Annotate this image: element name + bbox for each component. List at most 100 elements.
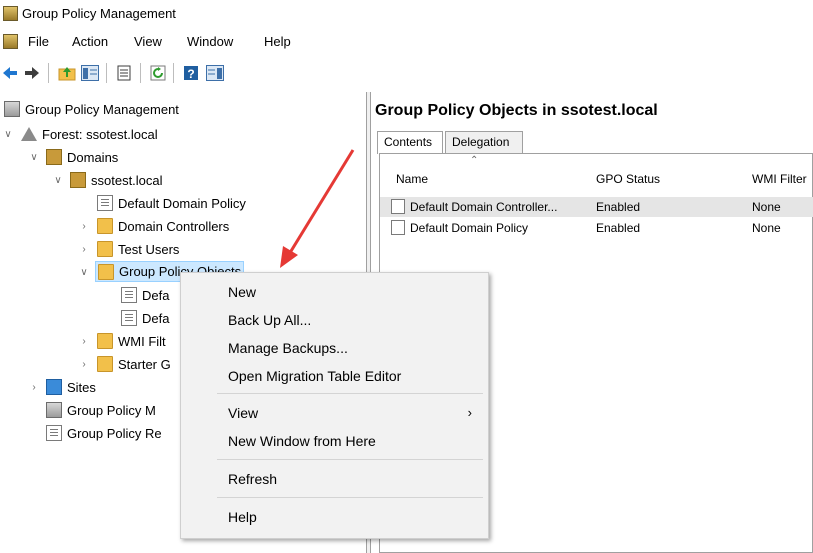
- help-icon[interactable]: ?: [183, 65, 199, 81]
- window-title: Group Policy Management: [22, 6, 176, 21]
- tree-item-default-domain-policy[interactable]: Default Domain Policy: [97, 192, 246, 214]
- title-bar: Group Policy Management: [0, 0, 813, 28]
- context-menu: New Back Up All... Manage Backups... Ope…: [180, 272, 489, 539]
- expand-chevron-icon[interactable]: ›: [78, 220, 90, 232]
- up-folder-icon[interactable]: [58, 65, 76, 81]
- menu-item-label: New: [228, 284, 257, 300]
- tree-item-label: Forest: ssotest.local: [42, 126, 158, 142]
- collapse-chevron-icon[interactable]: ∨: [78, 266, 90, 278]
- menu-item-label: View: [228, 405, 259, 421]
- expand-chevron-icon[interactable]: ›: [78, 358, 90, 370]
- tree-item-label: Domain Controllers: [118, 218, 230, 234]
- sites-icon: [46, 379, 62, 395]
- tree-item-wmi-filters[interactable]: WMI Filt: [97, 330, 166, 352]
- menu-item-back-up-all[interactable]: Back Up All...: [181, 308, 488, 332]
- page-title: Group Policy Objects in ssotest.local: [375, 102, 658, 119]
- tree-item-domain[interactable]: ssotest.local: [70, 169, 163, 191]
- show-hide-tree-icon[interactable]: [81, 65, 99, 81]
- tree-item-label: Domains: [67, 149, 119, 165]
- tree-item-gpo-child[interactable]: Defa: [121, 284, 169, 306]
- wmi-folder-icon: [97, 333, 113, 349]
- menu-item-new-window-from-here[interactable]: New Window from Here: [181, 429, 488, 453]
- gpo-icon: [391, 220, 405, 235]
- menu-item-view[interactable]: View ›: [181, 401, 488, 425]
- sort-caret-icon: ⌃: [470, 155, 479, 166]
- menu-view[interactable]: View: [134, 34, 162, 49]
- tree-item-label: WMI Filt: [118, 333, 166, 349]
- menu-bar: File Action View Window Help: [0, 29, 813, 55]
- expand-chevron-icon[interactable]: ›: [78, 243, 90, 255]
- modeling-icon: [46, 402, 62, 418]
- expand-chevron-icon[interactable]: ›: [78, 335, 90, 347]
- collapse-chevron-icon[interactable]: ∨: [52, 174, 64, 186]
- domains-icon: [46, 149, 62, 165]
- toolbar-separator: [48, 63, 49, 83]
- tree-item-label: Default Domain Policy: [118, 195, 246, 211]
- column-header-status[interactable]: GPO Status: [596, 172, 660, 186]
- tree-item-results[interactable]: Group Policy Re: [46, 422, 162, 444]
- forward-arrow-icon[interactable]: [24, 66, 40, 80]
- show-hide-action-pane-icon[interactable]: [206, 65, 224, 81]
- tree-item-label: Test Users: [118, 241, 180, 257]
- tree-item-root[interactable]: Group Policy Management: [4, 98, 179, 120]
- gpo-icon: [121, 310, 137, 326]
- collapse-chevron-icon[interactable]: ∨: [28, 151, 40, 163]
- svg-text:?: ?: [187, 67, 194, 81]
- tree-item-sites[interactable]: Sites: [46, 376, 96, 398]
- ou-folder-icon: [97, 218, 113, 234]
- starter-folder-icon: [97, 356, 113, 372]
- menu-file[interactable]: File: [28, 34, 49, 49]
- refresh-icon[interactable]: [150, 65, 166, 81]
- menu-item-manage-backups[interactable]: Manage Backups...: [181, 336, 488, 360]
- tree-item-label: Group Policy M: [67, 402, 156, 418]
- gpo-icon: [391, 199, 405, 214]
- table-row[interactable]: Default Domain Policy Enabled None: [380, 218, 813, 238]
- menu-help[interactable]: Help: [264, 34, 291, 49]
- cell-status: Enabled: [596, 200, 641, 214]
- tree-item-gpo-child[interactable]: Defa: [121, 307, 169, 329]
- menu-separator: [217, 459, 483, 460]
- menu-window[interactable]: Window: [187, 34, 233, 49]
- system-menu-icon[interactable]: [3, 34, 18, 49]
- submenu-arrow-icon: ›: [467, 405, 472, 420]
- menu-item-open-migration-table-editor[interactable]: Open Migration Table Editor: [181, 364, 488, 388]
- properties-icon[interactable]: [116, 65, 132, 81]
- tab-delegation[interactable]: Delegation: [445, 131, 523, 153]
- tree-item-domains[interactable]: Domains: [46, 146, 118, 168]
- expand-chevron-icon[interactable]: ›: [28, 381, 40, 393]
- cell-wmi: None: [752, 221, 781, 235]
- cell-name: Default Domain Policy: [410, 221, 529, 235]
- menu-item-label: New Window from Here: [228, 433, 376, 449]
- tree-item-test-users[interactable]: Test Users: [97, 238, 179, 260]
- menu-item-new[interactable]: New: [181, 280, 488, 304]
- table-row[interactable]: Default Domain Controller... Enabled Non…: [380, 197, 813, 217]
- gpm-icon: [4, 101, 20, 117]
- toolbar-separator: [106, 63, 107, 83]
- cell-name: Default Domain Controller...: [410, 200, 558, 214]
- gpo-icon: [121, 287, 137, 303]
- toolbar-separator: [140, 63, 141, 83]
- cell-status: Enabled: [596, 221, 641, 235]
- toolbar-separator: [173, 63, 174, 83]
- column-header-wmi[interactable]: WMI Filter: [752, 172, 807, 186]
- menu-item-label: Help: [228, 509, 257, 525]
- menu-action[interactable]: Action: [72, 34, 108, 49]
- collapse-chevron-icon[interactable]: ∨: [2, 128, 14, 140]
- ou-folder-icon: [97, 241, 113, 257]
- tree-item-domain-controllers[interactable]: Domain Controllers: [97, 215, 229, 237]
- tab-contents[interactable]: Contents: [377, 131, 443, 154]
- tree-item-modeling[interactable]: Group Policy M: [46, 399, 156, 421]
- gpo-link-icon: [97, 195, 113, 211]
- column-header-name[interactable]: Name: [396, 172, 428, 186]
- menu-separator: [217, 393, 483, 394]
- menu-item-refresh[interactable]: Refresh: [181, 467, 488, 491]
- menu-item-help[interactable]: Help: [181, 505, 488, 529]
- results-icon: [46, 425, 62, 441]
- tree-item-label: Defa: [142, 287, 170, 303]
- tree-item-label: Starter G: [118, 356, 171, 372]
- back-arrow-icon[interactable]: [2, 66, 18, 80]
- menu-item-label: Refresh: [228, 471, 278, 487]
- tree-item-label: Group Policy Re: [67, 425, 162, 441]
- tree-item-starter-gpos[interactable]: Starter G: [97, 353, 171, 375]
- tree-item-forest[interactable]: Forest: ssotest.local: [21, 123, 158, 145]
